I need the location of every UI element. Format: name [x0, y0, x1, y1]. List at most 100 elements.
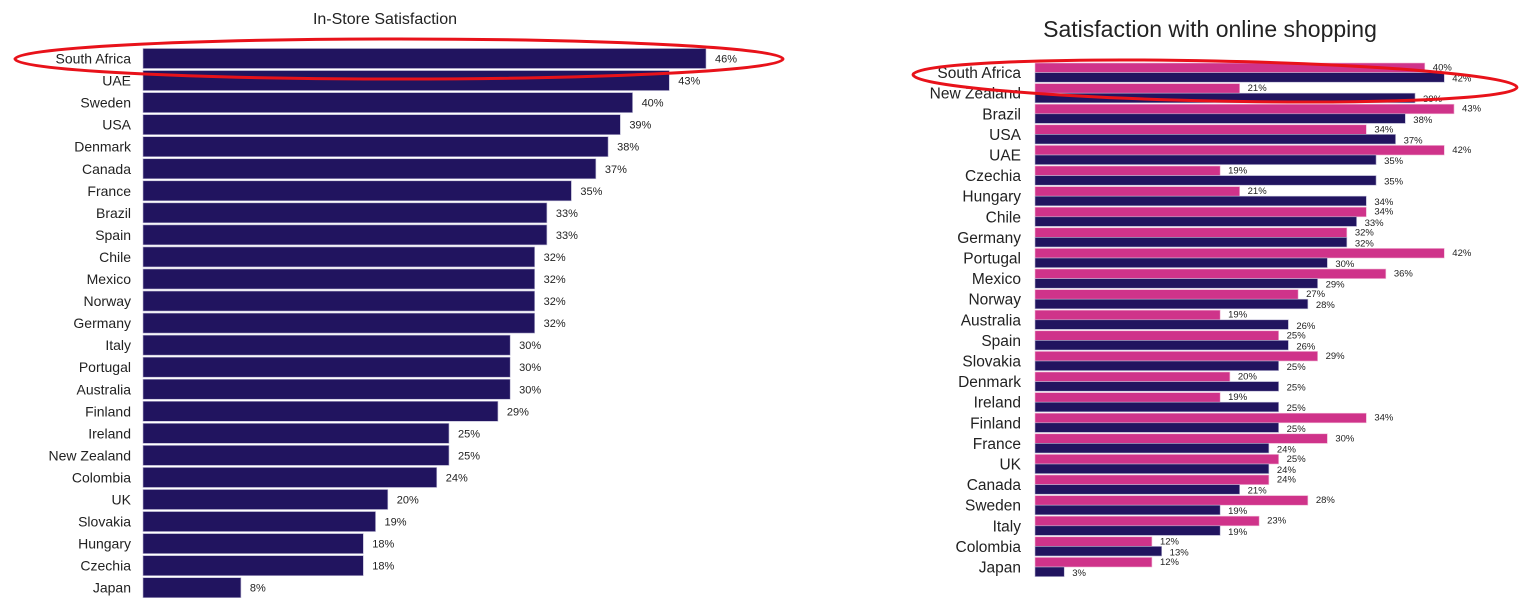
- bar-online-pink-france: [1034, 433, 1328, 444]
- category-label: UK: [112, 492, 132, 508]
- category-label: Hungary: [962, 189, 1021, 206]
- bar-online-navy-denmark: [1034, 381, 1279, 392]
- category-label: Germany: [957, 230, 1021, 247]
- bar-online-navy-italy: [1034, 525, 1221, 536]
- bar-in-store-chile: [142, 246, 535, 268]
- bar-in-store-australia: [142, 378, 511, 400]
- value-label: 46%: [715, 54, 737, 66]
- bar-online-pink-mexico: [1034, 268, 1387, 279]
- value-label-navy: 3%: [1072, 568, 1086, 579]
- value-label: 30%: [519, 362, 541, 374]
- value-label-navy: 25%: [1287, 362, 1307, 373]
- bar-online-pink-japan: [1034, 557, 1153, 568]
- bar-online-pink-uae: [1034, 145, 1445, 156]
- bar-online-pink-ireland: [1034, 392, 1221, 403]
- bar-in-store-denmark: [142, 136, 609, 157]
- bar-online-navy-brazil: [1034, 113, 1406, 124]
- chart-title-in-store: In-Store Satisfaction: [313, 11, 457, 28]
- category-label: Colombia: [956, 539, 1022, 556]
- bar-online-navy-colombia: [1034, 546, 1162, 557]
- satisfaction-charts: In-Store Satisfaction South Africa 46% UAE…: [13, 11, 1519, 599]
- value-label-pink: 28%: [1316, 495, 1336, 506]
- value-label-navy: 26%: [1296, 341, 1316, 352]
- bar-online-pink-norway: [1034, 289, 1299, 300]
- bar-online-pink-denmark: [1034, 371, 1231, 382]
- bar-in-store-uk: [142, 489, 389, 510]
- value-label-navy: 25%: [1287, 383, 1307, 394]
- bar-online-navy-uk: [1034, 463, 1270, 474]
- bar-online-navy-slovakia: [1034, 360, 1279, 371]
- bar-online-navy-france: [1034, 443, 1270, 454]
- value-label-pink: 24%: [1277, 475, 1297, 486]
- category-label: Czechia: [80, 558, 131, 574]
- category-label: Australia: [77, 381, 132, 397]
- value-label-pink: 42%: [1452, 145, 1472, 156]
- category-label: Chile: [986, 209, 1021, 226]
- category-label: South Africa: [937, 65, 1021, 82]
- bar-in-store-italy: [142, 334, 511, 356]
- bar-online-navy-canada: [1034, 484, 1240, 495]
- category-label: Portugal: [963, 251, 1021, 268]
- in-store-satisfaction-chart: In-Store Satisfaction South Africa 46% UAE…: [49, 11, 737, 599]
- bar-online-pink-hungary: [1034, 186, 1240, 197]
- value-label-pink: 34%: [1374, 207, 1394, 218]
- bar-in-store-ireland: [142, 423, 450, 444]
- value-label-pink: 12%: [1160, 557, 1180, 568]
- value-label: 19%: [385, 517, 407, 529]
- bar-in-store-usa: [142, 114, 621, 135]
- value-label: 18%: [372, 539, 394, 551]
- value-label: 30%: [519, 340, 541, 352]
- bar-in-store-brazil: [142, 202, 548, 224]
- category-label: Finland: [85, 403, 131, 419]
- value-label-pink: 25%: [1287, 454, 1307, 465]
- category-label: Germany: [73, 315, 131, 331]
- bar-in-store-finland: [142, 400, 499, 422]
- value-label: 40%: [642, 98, 664, 110]
- bar-in-store-colombia: [142, 467, 438, 488]
- category-label: Slovakia: [78, 514, 131, 530]
- bar-in-store-mexico: [142, 268, 535, 290]
- bar-in-store-hungary: [142, 533, 364, 554]
- value-label-navy: 19%: [1228, 506, 1248, 517]
- value-label: 18%: [372, 561, 394, 573]
- category-label: Italy: [993, 518, 1022, 535]
- value-label-pink: 32%: [1355, 227, 1375, 238]
- bar-online-navy-spain: [1034, 340, 1289, 351]
- value-label: 25%: [458, 450, 480, 462]
- bar-online-navy-australia: [1034, 319, 1289, 330]
- category-label: Spain: [981, 333, 1021, 350]
- value-label: 30%: [519, 384, 541, 396]
- bar-online-pink-finland: [1034, 412, 1367, 424]
- bar-in-store-new-zealand: [142, 445, 450, 466]
- bar-online-navy-south-africa: [1034, 72, 1445, 83]
- category-label: Colombia: [72, 469, 131, 485]
- value-label-navy: 25%: [1287, 424, 1307, 435]
- value-label-navy: 35%: [1384, 156, 1404, 167]
- category-label: Chile: [99, 249, 131, 265]
- category-label: Ireland: [88, 425, 131, 441]
- bar-online-navy-ireland: [1034, 401, 1279, 413]
- value-label-pink: 42%: [1452, 248, 1472, 259]
- bar-online-navy-hungary: [1034, 195, 1367, 207]
- category-label: Czechia: [965, 168, 1021, 185]
- bar-online-pink-canada: [1034, 474, 1270, 485]
- category-label: UK: [999, 457, 1021, 474]
- chart-title-online: Satisfaction with online shopping: [1043, 16, 1377, 42]
- bar-in-store-germany: [142, 312, 535, 334]
- value-label: 32%: [544, 252, 566, 264]
- bar-online-pink-uk: [1034, 454, 1279, 465]
- bar-online-navy-sweden: [1034, 504, 1221, 516]
- category-label: Mexico: [87, 271, 132, 287]
- bar-online-navy-chile: [1034, 216, 1357, 227]
- category-label: Norway: [968, 292, 1021, 309]
- category-label: Portugal: [79, 359, 131, 375]
- bar-in-store-south-africa: [142, 48, 707, 69]
- category-label: Brazil: [96, 205, 131, 221]
- value-label: 38%: [617, 142, 639, 154]
- value-label: 29%: [507, 406, 529, 418]
- value-label-navy: 25%: [1287, 403, 1307, 414]
- bar-online-pink-slovakia: [1034, 351, 1318, 362]
- category-label: France: [973, 436, 1021, 453]
- value-label-pink: 27%: [1306, 289, 1326, 300]
- category-label: USA: [102, 117, 131, 133]
